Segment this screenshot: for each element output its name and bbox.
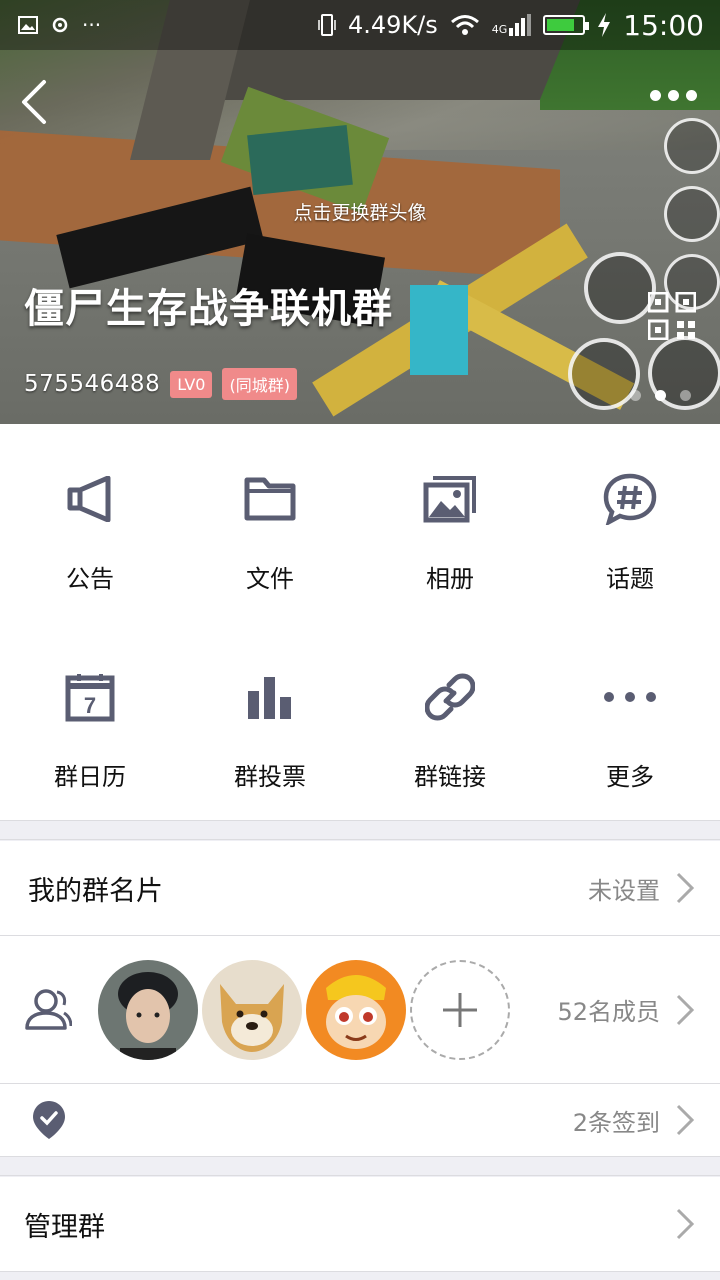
member-avatar[interactable] [306, 959, 406, 1060]
clock: 15:00 [623, 8, 704, 42]
charging-icon [598, 13, 611, 37]
files-label: 文件 [246, 565, 294, 593]
add-member-button[interactable] [410, 959, 510, 1060]
gallery-notification-icon [18, 16, 38, 34]
group-name: 僵尸生存战争联机群 [24, 286, 393, 332]
members-row[interactable]: 52名成员 [0, 936, 720, 1083]
qr-code-icon[interactable] [648, 292, 696, 340]
album-button[interactable]: 相册 [360, 424, 540, 622]
chevron-right-icon [676, 1208, 695, 1240]
vote-button[interactable]: 群投票 [180, 622, 360, 820]
member-avatar[interactable] [98, 959, 198, 1060]
group-id: 575546488 [24, 371, 161, 397]
more-button[interactable]: 更多 [540, 622, 720, 820]
feature-grid: 公告 文件 相册 话题 7 群日历 群投票 群链接 更多 [0, 424, 720, 820]
back-button[interactable] [14, 76, 54, 128]
group-meta: 575546488 LV0 (同城群) [24, 368, 297, 400]
chevron-right-icon [676, 872, 695, 904]
calendar-icon: 7 [65, 674, 115, 722]
vote-label: 群投票 [234, 763, 306, 791]
vote-icon [248, 677, 291, 719]
more-options-button[interactable] [650, 90, 697, 101]
section-divider [0, 820, 720, 840]
checkin-count: 2条签到 [572, 1108, 660, 1137]
member-count: 52名成员 [557, 998, 660, 1026]
pager-dot [630, 390, 641, 401]
plus-icon [443, 992, 477, 1027]
topic-label: 话题 [606, 565, 654, 593]
member-avatars [98, 959, 510, 1060]
settings-notification-icon [52, 17, 68, 33]
group-link-button[interactable]: 群链接 [360, 622, 540, 820]
more-label: 更多 [606, 763, 654, 791]
level-badge: LV0 [170, 370, 213, 398]
game-backpack-icon [664, 118, 720, 174]
section-divider [0, 1156, 720, 1176]
album-label: 相册 [426, 565, 474, 593]
calendar-button[interactable]: 7 群日历 [0, 622, 180, 820]
announcement-label: 公告 [66, 565, 114, 593]
announcement-icon [67, 476, 111, 522]
row-divider [0, 1271, 720, 1272]
vibrate-icon [318, 14, 336, 36]
cover-image-bottle [410, 285, 468, 375]
network-speed: 4.49K/s [348, 11, 438, 39]
announcement-button[interactable]: 公告 [0, 424, 180, 622]
status-bar: ··· 4.49K/s 4G 15:00 [0, 0, 720, 50]
calendar-label: 群日历 [54, 763, 126, 791]
cover-pager [630, 390, 691, 401]
files-button[interactable]: 文件 [180, 424, 360, 622]
signal-icon: 4G [492, 14, 532, 36]
more-icon [604, 692, 656, 702]
cover-image-figure-2 [247, 124, 353, 196]
topic-button[interactable]: 话题 [540, 424, 720, 622]
member-avatar[interactable] [202, 959, 302, 1060]
pager-dot [680, 390, 691, 401]
city-group-badge: (同城群) [222, 368, 297, 400]
game-hand-icon [584, 252, 656, 324]
my-group-card-title: 我的群名片 [28, 875, 163, 907]
album-icon [423, 476, 476, 523]
group-header[interactable]: ··· 4.49K/s 4G 15:00 点击更换群头像 僵尸生存战争联机群 5… [0, 0, 720, 424]
checkin-location-icon [33, 1101, 65, 1139]
change-avatar-hint[interactable]: 点击更换群头像 [0, 198, 720, 225]
wifi-icon [450, 15, 479, 35]
battery-icon [543, 15, 590, 35]
checkin-row[interactable]: 2条签到 [0, 1084, 720, 1156]
group-link-label: 群链接 [414, 763, 486, 791]
chevron-right-icon [676, 1104, 695, 1136]
my-group-card-value: 未设置 [588, 876, 660, 905]
more-notifications-icon: ··· [82, 13, 102, 37]
members-icon [25, 988, 72, 1030]
svg-text:7: 7 [84, 693, 96, 718]
link-icon [425, 673, 475, 721]
topic-icon [603, 473, 657, 525]
manage-group-title: 管理群 [24, 1211, 105, 1243]
chevron-right-icon [676, 994, 695, 1025]
pager-dot-active [655, 390, 666, 401]
my-group-card-row[interactable]: 我的群名片 未设置 [0, 841, 720, 935]
folder-icon [244, 477, 296, 521]
manage-group-row[interactable]: 管理群 [0, 1177, 720, 1271]
